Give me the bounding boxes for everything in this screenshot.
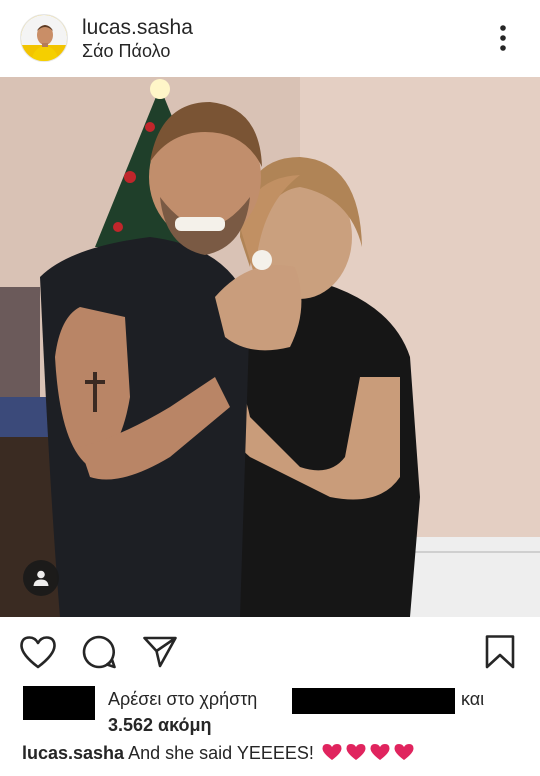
likes-count[interactable]: 3.562 ακόμη [108, 715, 212, 736]
caption-text: And she said YEEEES! [128, 743, 314, 763]
likes-and: και [461, 689, 485, 709]
likes-section: Αρέσει στο χρήστη και 3.562 ακόμη [0, 684, 540, 740]
redacted-username [292, 688, 455, 714]
avatar[interactable] [20, 14, 68, 62]
post-location[interactable]: Σάο Πάολο [82, 41, 170, 62]
caption-username[interactable]: lucas.sasha [22, 743, 124, 763]
send-icon[interactable] [140, 634, 180, 670]
post-caption: lucas.sasha And she said YEEEES! [22, 743, 415, 766]
redacted-avatar [23, 686, 95, 720]
bookmark-icon[interactable] [480, 634, 520, 670]
heart-icon[interactable] [18, 634, 58, 670]
more-icon[interactable] [490, 22, 516, 54]
post-photo[interactable] [0, 77, 540, 617]
post-username[interactable]: lucas.sasha [82, 16, 193, 40]
post-header: lucas.sasha Σάο Πάολο [0, 0, 540, 76]
comment-icon[interactable] [79, 634, 119, 670]
post-actions [0, 626, 540, 676]
heart-emoji-group [321, 743, 415, 766]
likes-prefix: Αρέσει στο χρήστη [108, 689, 258, 709]
user-tag-icon[interactable] [23, 560, 59, 596]
